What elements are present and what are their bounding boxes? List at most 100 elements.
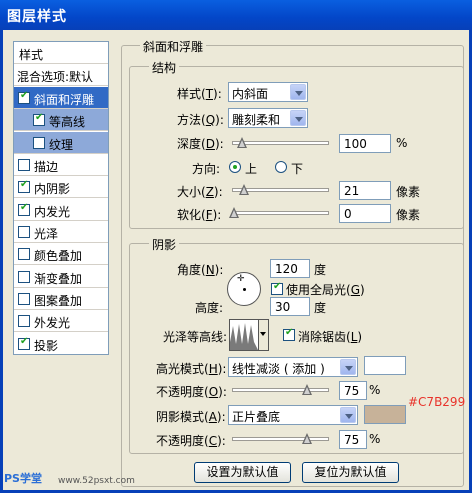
crosshair-icon: ✛ (237, 274, 245, 284)
bevel-emboss-title: 斜面和浮雕 (140, 38, 207, 55)
color-overlay-checkbox[interactable] (18, 248, 30, 260)
global-light-checkbox[interactable] (271, 281, 283, 295)
angle-label: 角度(N): (177, 263, 224, 277)
direction-label: 方向: (192, 162, 221, 176)
size-slider[interactable] (232, 184, 329, 195)
style-label: 样式(T): (177, 87, 222, 101)
gloss-contour-preview[interactable] (229, 319, 259, 351)
direction-down-label: 下 (291, 162, 304, 176)
soften-unit: 像素 (396, 208, 421, 222)
sidebar-item-bevel-emboss[interactable]: 斜面和浮雕 (14, 87, 108, 109)
outer-glow-checkbox[interactable] (18, 315, 30, 327)
sidebar-item-label: 内阴影 (34, 182, 71, 196)
soften-slider[interactable] (229, 207, 329, 218)
depth-input[interactable]: 100 (339, 134, 391, 153)
styles-sidebar: 样式 混合选项:默认 斜面和浮雕 等高线 纹理 描边 内阴影 内发光 光泽 颜色… (13, 41, 109, 355)
size-slider-thumb[interactable] (239, 184, 249, 195)
inner-glow-checkbox[interactable] (18, 202, 30, 216)
chevron-down-icon[interactable] (290, 84, 306, 100)
sidebar-item-label: 外发光 (34, 316, 71, 330)
depth-slider[interactable] (232, 137, 329, 148)
chevron-down-icon[interactable] (340, 407, 356, 423)
highlight-mode-select[interactable]: 线性减淡 ( 添加 ) (228, 357, 358, 377)
watermark-right: www.52psxt.com (58, 476, 135, 486)
size-label: 大小(Z): (177, 185, 223, 199)
sidebar-item-inner-glow[interactable]: 内发光 (14, 199, 108, 221)
texture-checkbox[interactable] (33, 137, 45, 149)
inner-shadow-checkbox[interactable] (18, 179, 30, 193)
chevron-down-icon[interactable] (290, 110, 306, 126)
highlight-color-swatch[interactable] (364, 356, 406, 375)
direction-up-radio[interactable] (229, 161, 241, 173)
highlight-opacity-label: 不透明度(O): (156, 385, 227, 399)
gloss-contour-dropdown[interactable] (259, 319, 269, 351)
sidebar-item-label: 混合选项:默认 (17, 70, 94, 84)
depth-slider-thumb[interactable] (237, 137, 247, 148)
antialias-checkbox[interactable] (283, 327, 295, 341)
technique-select[interactable]: 雕刻柔和 (228, 108, 308, 128)
stroke-checkbox[interactable] (18, 159, 30, 171)
sidebar-item-outer-glow[interactable]: 外发光 (14, 310, 108, 332)
highlight-mode-label: 高光模式(H): (156, 362, 227, 376)
shadow-mode-label: 阴影模式(A): (156, 410, 226, 424)
chevron-down-icon (260, 332, 266, 336)
drop-shadow-checkbox[interactable] (18, 336, 30, 350)
direction-down-radio[interactable] (275, 161, 287, 173)
shadow-color-swatch[interactable] (364, 405, 406, 424)
sidebar-item-pattern-overlay[interactable]: 图案叠加 (14, 288, 108, 310)
sidebar-item-label: 斜面和浮雕 (34, 93, 95, 107)
shadow-opacity-slider[interactable] (232, 433, 329, 444)
altitude-label: 高度: (195, 301, 224, 315)
sidebar-item-gradient-overlay[interactable]: 渐变叠加 (14, 266, 108, 288)
title-bar[interactable]: 图层样式 (0, 0, 472, 30)
sidebar-item-stroke[interactable]: 描边 (14, 154, 108, 176)
window-title: 图层样式 (7, 9, 67, 25)
highlight-opacity-slider[interactable] (232, 384, 329, 395)
sidebar-item-contour[interactable]: 等高线 (14, 109, 108, 131)
style-select[interactable]: 内斜面 (228, 82, 308, 102)
shadow-mode-value: 正片叠底 (232, 410, 281, 424)
soften-slider-thumb[interactable] (229, 207, 239, 218)
sidebar-item-satin[interactable]: 光泽 (14, 221, 108, 243)
shadow-color-annotation: #C7B299 (408, 395, 466, 409)
sidebar-item-label: 描边 (34, 160, 59, 174)
highlight-opacity-thumb[interactable] (302, 384, 312, 395)
sidebar-item-blend-options[interactable]: 混合选项:默认 (14, 64, 108, 86)
depth-unit: % (396, 136, 408, 150)
technique-label: 方法(Q): (177, 113, 224, 127)
shadow-opacity-thumb[interactable] (302, 433, 312, 444)
gradient-overlay-checkbox[interactable] (18, 271, 30, 283)
size-unit: 像素 (396, 185, 421, 199)
sidebar-item-label: 渐变叠加 (34, 272, 83, 286)
pattern-overlay-checkbox[interactable] (18, 293, 30, 305)
global-light-label: 使用全局光(G) (286, 283, 365, 297)
altitude-input[interactable]: 30 (270, 297, 310, 316)
altitude-unit: 度 (314, 301, 327, 315)
satin-checkbox[interactable] (18, 226, 30, 238)
shadow-mode-select[interactable]: 正片叠底 (228, 405, 358, 425)
sidebar-item-color-overlay[interactable]: 颜色叠加 (14, 243, 108, 265)
make-default-button[interactable]: 设置为默认值 (194, 462, 291, 483)
contour-checkbox[interactable] (33, 112, 45, 126)
reset-default-button[interactable]: 复位为默认值 (302, 462, 399, 483)
antialias-label: 消除锯齿(L) (298, 330, 363, 344)
highlight-opacity-unit: % (369, 383, 381, 397)
sidebar-header-label: 样式 (19, 48, 44, 62)
shadow-opacity-input[interactable]: 75 (339, 430, 367, 449)
dial-center-icon (243, 288, 246, 291)
sidebar-item-inner-shadow[interactable]: 内阴影 (14, 176, 108, 198)
shading-title: 阴影 (149, 236, 180, 253)
angle-input[interactable]: 120 (270, 259, 310, 278)
highlight-opacity-input[interactable]: 75 (339, 381, 367, 400)
chevron-down-icon[interactable] (340, 359, 356, 375)
bevel-checkbox[interactable] (18, 90, 30, 104)
size-input[interactable]: 21 (339, 181, 391, 200)
shadow-opacity-label: 不透明度(C): (156, 434, 226, 448)
angle-dial[interactable]: ✛ (227, 272, 261, 306)
soften-label: 软化(F): (177, 208, 222, 222)
gloss-contour-label: 光泽等高线: (163, 330, 228, 344)
sidebar-item-texture[interactable]: 纹理 (14, 132, 108, 154)
sidebar-item-drop-shadow[interactable]: 投影 (14, 333, 108, 355)
soften-input[interactable]: 0 (339, 204, 391, 223)
sidebar-item-label: 等高线 (49, 115, 86, 129)
